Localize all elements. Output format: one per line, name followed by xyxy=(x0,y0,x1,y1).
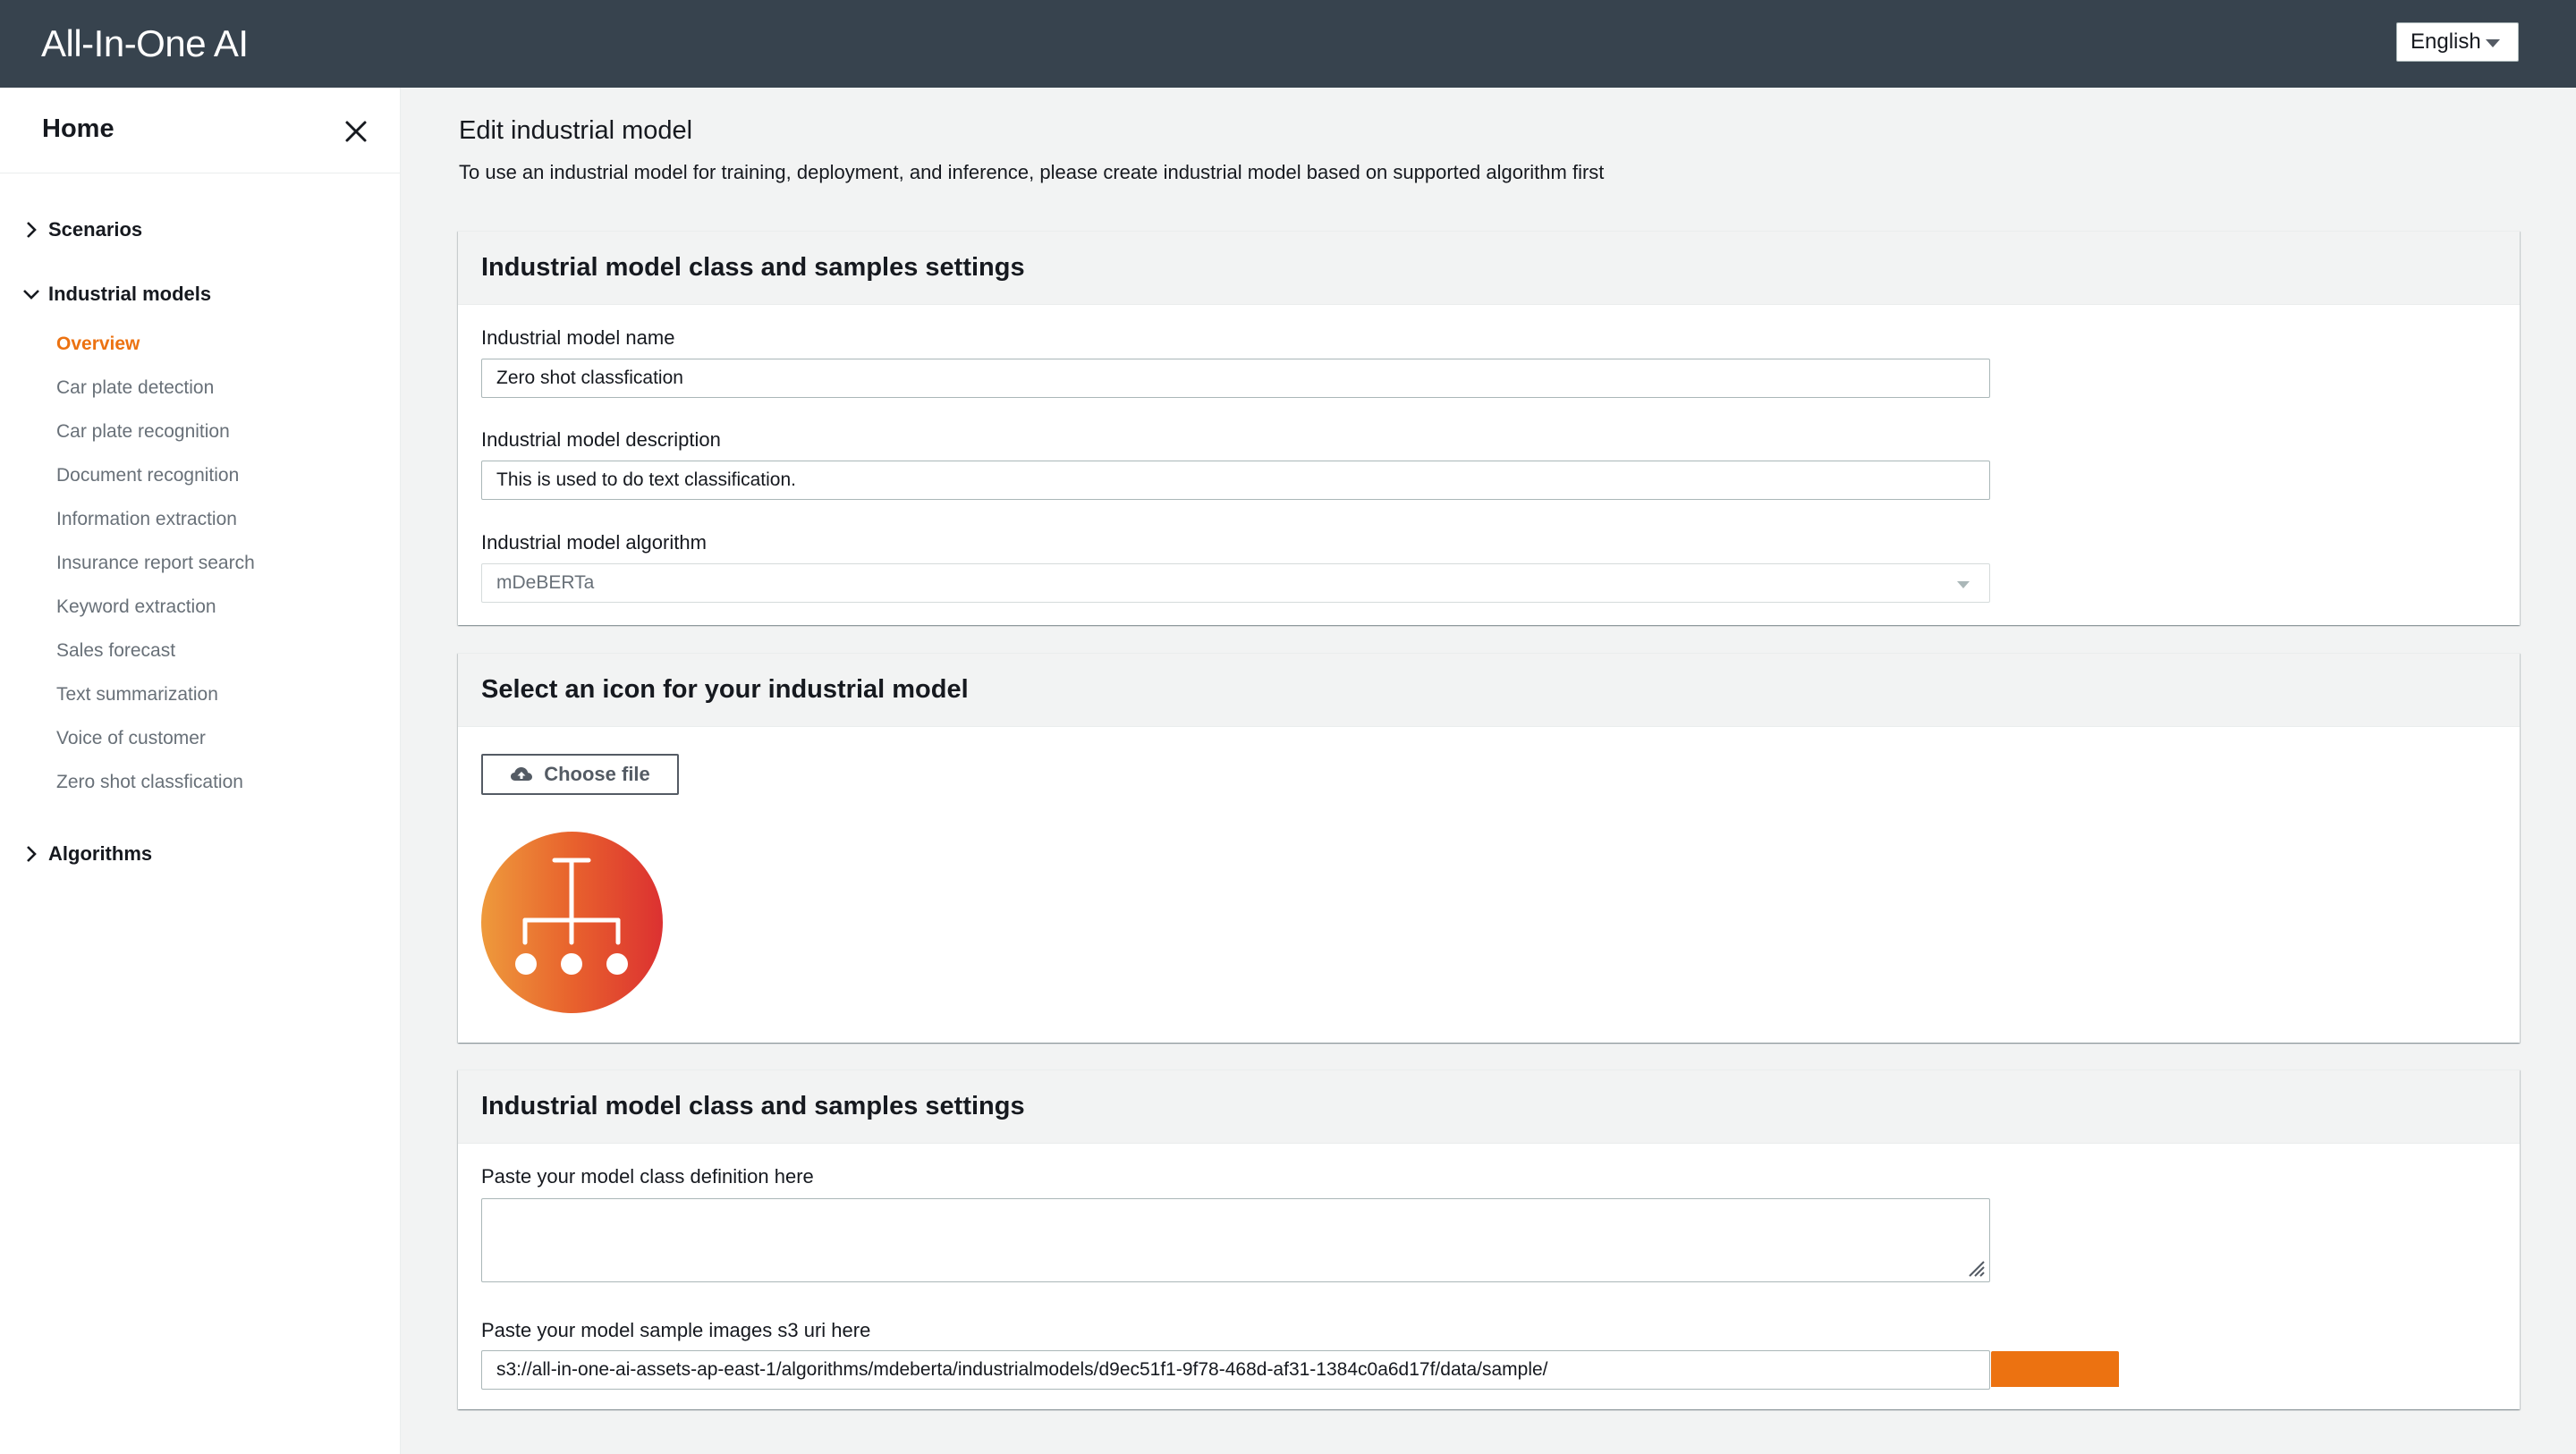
sidebar-section-label: Algorithms xyxy=(48,842,153,865)
sidebar-section-label: Industrial models xyxy=(48,283,212,305)
choose-file-label: Choose file xyxy=(544,763,650,785)
side-navigation: Home Scenarios Industrial models Overvie… xyxy=(0,88,401,1454)
sidebar-section-label: Scenarios xyxy=(48,218,143,241)
sample-uri-label: Paste your model sample images s3 uri he… xyxy=(481,1319,871,1341)
sample-uri-input[interactable] xyxy=(481,1350,1990,1390)
sidebar-section-algorithms[interactable]: Algorithms xyxy=(21,842,152,866)
top-navigation-bar: All-In-One AI English xyxy=(0,0,2576,88)
sidebar-header: Home xyxy=(0,88,401,173)
model-algorithm-label: Industrial model algorithm xyxy=(481,531,707,554)
class-samples-panel: Industrial model class and samples setti… xyxy=(458,1069,2520,1409)
industrial-models-list: Overview Car plate detection Car plate r… xyxy=(56,326,255,808)
sidebar-item-sales-forecast[interactable]: Sales forecast xyxy=(56,633,255,677)
main-content: Edit industrial model To use an industri… xyxy=(401,88,2576,1454)
sidebar-section-industrial-models[interactable]: Industrial models xyxy=(21,283,211,306)
model-description-input[interactable] xyxy=(481,461,1990,500)
page-title: Edit industrial model xyxy=(459,116,693,145)
model-settings-panel: Industrial model class and samples setti… xyxy=(458,231,2520,625)
model-description-label: Industrial model description xyxy=(481,428,721,451)
caret-down-icon xyxy=(2486,39,2500,47)
class-definition-textarea[interactable] xyxy=(481,1198,1990,1282)
sidebar-item-information-extraction[interactable]: Information extraction xyxy=(56,502,255,545)
resize-grip-icon[interactable] xyxy=(1966,1258,1986,1278)
panel-header: Industrial model class and samples setti… xyxy=(458,232,2520,305)
model-algorithm-value: mDeBERTa xyxy=(496,572,595,593)
chevron-down-icon xyxy=(23,290,39,300)
sidebar-home-link[interactable]: Home xyxy=(42,114,114,144)
model-algorithm-select: mDeBERTa xyxy=(481,563,1990,603)
submit-button[interactable] xyxy=(1991,1351,2119,1387)
sidebar-item-overview[interactable]: Overview xyxy=(56,326,255,370)
language-select-value: English xyxy=(2411,30,2481,54)
panel-header: Industrial model class and samples setti… xyxy=(458,1070,2520,1144)
choose-file-button[interactable]: Choose file xyxy=(481,754,679,795)
model-icon-panel: Select an icon for your industrial model… xyxy=(458,653,2520,1043)
class-definition-label: Paste your model class definition here xyxy=(481,1165,814,1188)
sidebar-item-car-plate-detection[interactable]: Car plate detection xyxy=(56,370,255,414)
sidebar-item-insurance-report-search[interactable]: Insurance report search xyxy=(56,545,255,589)
app-title[interactable]: All-In-One AI xyxy=(41,21,249,66)
hierarchy-tree-glyph xyxy=(515,858,628,975)
close-icon[interactable] xyxy=(340,115,372,148)
sidebar-section-scenarios[interactable]: Scenarios xyxy=(21,218,142,241)
language-select[interactable]: English xyxy=(2396,22,2519,62)
hierarchy-tree-icon xyxy=(481,832,663,1013)
sidebar-item-keyword-extraction[interactable]: Keyword extraction xyxy=(56,589,255,633)
sidebar-item-voice-of-customer[interactable]: Voice of customer xyxy=(56,721,255,765)
sidebar-item-car-plate-recognition[interactable]: Car plate recognition xyxy=(56,414,255,458)
upload-cloud-icon xyxy=(511,767,533,781)
sidebar-item-document-recognition[interactable]: Document recognition xyxy=(56,458,255,502)
sidebar-item-zero-shot-classfication[interactable]: Zero shot classfication xyxy=(56,765,255,808)
chevron-right-icon xyxy=(27,222,37,238)
model-name-input[interactable] xyxy=(481,359,1990,398)
model-name-label: Industrial model name xyxy=(481,326,675,349)
chevron-right-icon xyxy=(27,846,37,862)
sidebar-item-text-summarization[interactable]: Text summarization xyxy=(56,677,255,721)
panel-header: Select an icon for your industrial model xyxy=(458,654,2520,727)
caret-down-icon xyxy=(1957,581,1970,588)
page-description: To use an industrial model for training,… xyxy=(459,161,1605,183)
